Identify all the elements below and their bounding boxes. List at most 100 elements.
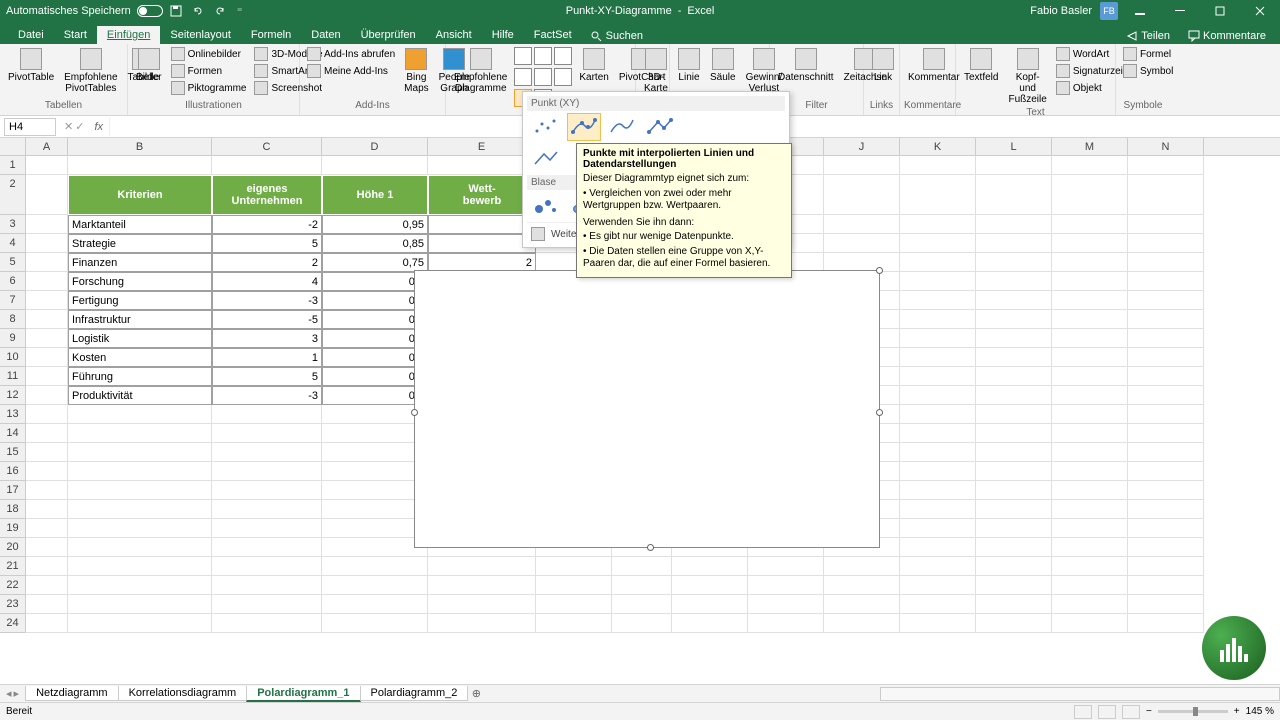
cell[interactable] [1128,367,1204,386]
col-header[interactable]: D [322,138,428,155]
cell[interactable] [900,310,976,329]
tab-factset[interactable]: FactSet [524,26,582,44]
cell[interactable] [322,576,428,595]
cell[interactable] [976,424,1052,443]
cell[interactable] [1052,424,1128,443]
col-header[interactable]: L [976,138,1052,155]
cell[interactable] [212,443,322,462]
cell[interactable] [1128,175,1204,215]
cell[interactable] [672,576,748,595]
cell[interactable] [976,443,1052,462]
cell[interactable] [1052,500,1128,519]
pictures-button[interactable]: Bilder [132,46,166,85]
cell[interactable] [428,156,536,175]
cell[interactable] [1128,348,1204,367]
cell[interactable] [1128,538,1204,557]
cell[interactable] [322,443,428,462]
equation-button[interactable]: Formel [1120,46,1176,62]
autosave-toggle[interactable]: Automatisches Speichern [6,5,163,17]
row-header[interactable]: 16 [0,462,26,481]
td-hoehe[interactable]: 0,85 [322,234,428,253]
row-header[interactable]: 7 [0,291,26,310]
sheet-prev-icon[interactable]: ◂ [6,687,12,700]
cell[interactable] [1128,215,1204,234]
cell[interactable] [1128,481,1204,500]
cell[interactable] [68,424,212,443]
search-box[interactable]: Suchen [582,28,651,44]
cell[interactable] [824,614,900,633]
cell[interactable] [26,272,68,291]
sheet-tab[interactable]: Polardiagramm_1 [246,686,360,702]
row-header[interactable]: 15 [0,443,26,462]
cell[interactable] [1128,310,1204,329]
share-button[interactable]: Teilen [1118,28,1178,44]
cell[interactable] [68,519,212,538]
cell[interactable] [68,405,212,424]
cell[interactable] [976,519,1052,538]
row-header[interactable]: 22 [0,576,26,595]
cell[interactable] [322,519,428,538]
cell[interactable] [322,538,428,557]
user-avatar[interactable]: FB [1100,2,1118,20]
cell[interactable] [322,595,428,614]
col-header[interactable]: J [824,138,900,155]
cell[interactable] [900,291,976,310]
zoom-out-icon[interactable]: − [1146,706,1152,717]
cell[interactable] [322,557,428,576]
cell[interactable] [322,614,428,633]
cell[interactable] [26,462,68,481]
cell[interactable] [1128,443,1204,462]
td-kriterien[interactable]: Fertigung [68,291,212,310]
symbol-button[interactable]: Symbol [1120,63,1176,79]
cell[interactable] [748,557,824,576]
col-header[interactable]: B [68,138,212,155]
cell[interactable] [1128,557,1204,576]
cell[interactable] [976,614,1052,633]
cell[interactable] [824,576,900,595]
zoom-in-icon[interactable]: + [1234,706,1240,717]
cell[interactable] [900,462,976,481]
cell[interactable] [212,424,322,443]
cancel-icon[interactable]: ✕ [64,120,73,133]
cell[interactable] [1052,443,1128,462]
cell[interactable] [1128,519,1204,538]
row-header[interactable]: 11 [0,367,26,386]
cell[interactable] [26,386,68,405]
cell[interactable] [976,156,1052,175]
cell[interactable] [26,291,68,310]
cell[interactable] [536,557,612,576]
cell[interactable] [900,367,976,386]
stats-chart-icon[interactable] [534,68,552,86]
td-kriterien[interactable]: Führung [68,367,212,386]
shapes-button[interactable]: Formen [168,63,250,79]
cell[interactable] [900,481,976,500]
td-kriterien[interactable]: Logistik [68,329,212,348]
slicer-button[interactable]: Datenschnitt [774,46,838,85]
cell[interactable] [26,443,68,462]
cell[interactable] [824,215,900,234]
cell[interactable] [900,348,976,367]
cell[interactable] [322,424,428,443]
cell[interactable] [824,234,900,253]
cell[interactable] [26,424,68,443]
cell[interactable] [428,576,536,595]
td-eigenes[interactable]: 1 [212,348,322,367]
cell[interactable] [824,557,900,576]
cell[interactable] [212,405,322,424]
cell[interactable] [1128,576,1204,595]
cell[interactable] [612,576,672,595]
cell[interactable] [900,500,976,519]
td-eigenes[interactable]: 3 [212,329,322,348]
cell[interactable] [212,614,322,633]
normal-view-icon[interactable] [1074,705,1092,719]
cell[interactable] [900,234,976,253]
fx-icon[interactable]: fx [88,121,109,133]
cell[interactable] [212,481,322,500]
col-header[interactable]: C [212,138,322,155]
cell[interactable] [26,500,68,519]
cell[interactable] [748,614,824,633]
cell[interactable] [1052,291,1128,310]
td-hoehe[interactable]: 0,4 [322,310,428,329]
cell[interactable] [900,405,976,424]
row-header[interactable]: 17 [0,481,26,500]
